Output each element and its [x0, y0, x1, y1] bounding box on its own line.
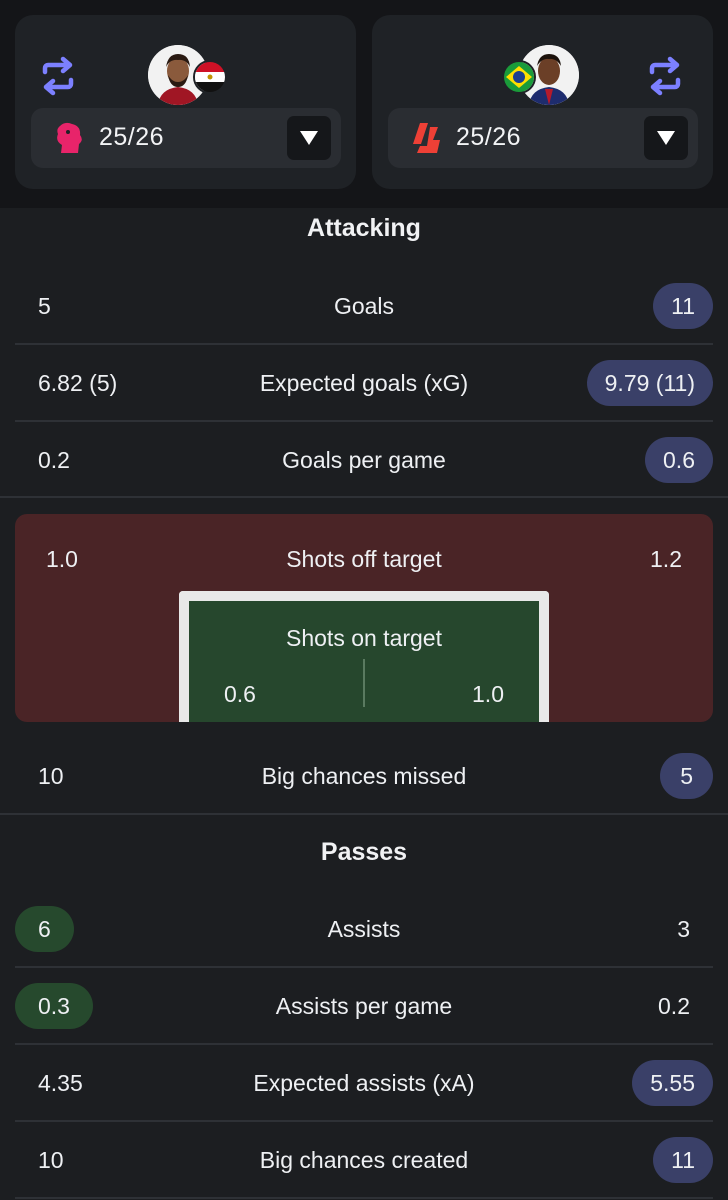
laliga-logo-icon: [413, 123, 440, 153]
stat-label: Goals per game: [282, 447, 446, 473]
left-value: 4.35: [38, 1070, 83, 1096]
brazil-flag-icon: [502, 60, 536, 94]
stat-row-assists-per-game: 0.3 Assists per game 0.2: [0, 968, 728, 1044]
left-value: 10: [38, 1147, 64, 1173]
shots-off-right-value: 1.2: [650, 546, 682, 572]
season-dropdown-button[interactable]: [287, 116, 331, 160]
stat-label: Big chances missed: [261, 763, 467, 789]
left-player-card: 25/26: [15, 15, 356, 189]
stat-label: Goals: [333, 293, 395, 319]
stat-row-xg: 6.82 (5) Expected goals (xG) 9.79 (11): [0, 345, 728, 421]
right-value-highlight: 9.79 (11): [586, 360, 713, 406]
stat-row-xa: 4.35 Expected assists (xA) 5.55: [0, 1045, 728, 1121]
right-value-highlight: 0.6: [645, 437, 713, 483]
stat-row-big-chances-missed: 10 Big chances missed 5: [0, 738, 728, 814]
left-value-highlight: 6: [15, 906, 74, 952]
player-cards-header: 25/26 25/26: [0, 0, 728, 208]
shots-off-label: Shots off target: [286, 546, 442, 572]
swap-player-icon[interactable]: [37, 55, 79, 97]
right-value-highlight: 5: [660, 753, 713, 799]
premier-league-logo-icon: [57, 122, 82, 153]
shots-on-left-value: 0.6: [224, 681, 256, 707]
left-value: 0.2: [38, 447, 70, 473]
row-divider: [15, 1197, 713, 1199]
shots-graphic: 1.0 Shots off target 1.2 Shots on target…: [15, 514, 713, 722]
stat-label: Assists: [327, 916, 401, 942]
chevron-down-icon: [657, 131, 675, 145]
section-divider: [0, 813, 728, 815]
stat-row-goals: 5 Goals 11: [0, 268, 728, 344]
row-divider: [0, 496, 728, 498]
season-label: 25/26: [456, 123, 522, 151]
right-value-highlight: 5.55: [632, 1060, 713, 1106]
right-value-highlight: 11: [653, 283, 713, 329]
goal-divider: [363, 659, 365, 707]
stat-label: Expected assists (xA): [253, 1070, 475, 1096]
left-value-highlight: 0.3: [15, 983, 93, 1029]
shots-on-target-goal: Shots on target 0.6 1.0: [179, 591, 549, 722]
season-selector[interactable]: 25/26: [388, 108, 698, 168]
right-value-highlight: 11: [653, 1137, 713, 1183]
egypt-flag-icon: [193, 60, 227, 94]
section-title-attacking: Attacking: [307, 214, 421, 242]
swap-player-icon[interactable]: [644, 55, 686, 97]
shots-on-right-value: 1.0: [472, 681, 504, 707]
stat-row-big-chances-created: 10 Big chances created 11: [0, 1122, 728, 1198]
stat-label: Assists per game: [275, 993, 453, 1019]
stat-row-goals-per-game: 0.2 Goals per game 0.6: [0, 422, 728, 498]
right-player-card: 25/26: [372, 15, 713, 189]
left-value: 10: [38, 763, 64, 789]
chevron-down-icon: [300, 131, 318, 145]
left-value: 5: [38, 293, 51, 319]
season-selector[interactable]: 25/26: [31, 108, 341, 168]
season-label: 25/26: [99, 123, 165, 151]
season-dropdown-button[interactable]: [644, 116, 688, 160]
section-title-passes: Passes: [320, 838, 408, 866]
stat-label: Big chances created: [259, 1147, 469, 1173]
left-value: 6.82 (5): [38, 370, 118, 396]
shots-on-label: Shots on target: [286, 625, 442, 651]
right-value: 3: [677, 916, 690, 942]
stat-row-assists: 6 Assists 3: [0, 891, 728, 967]
right-value: 0.2: [658, 993, 690, 1019]
